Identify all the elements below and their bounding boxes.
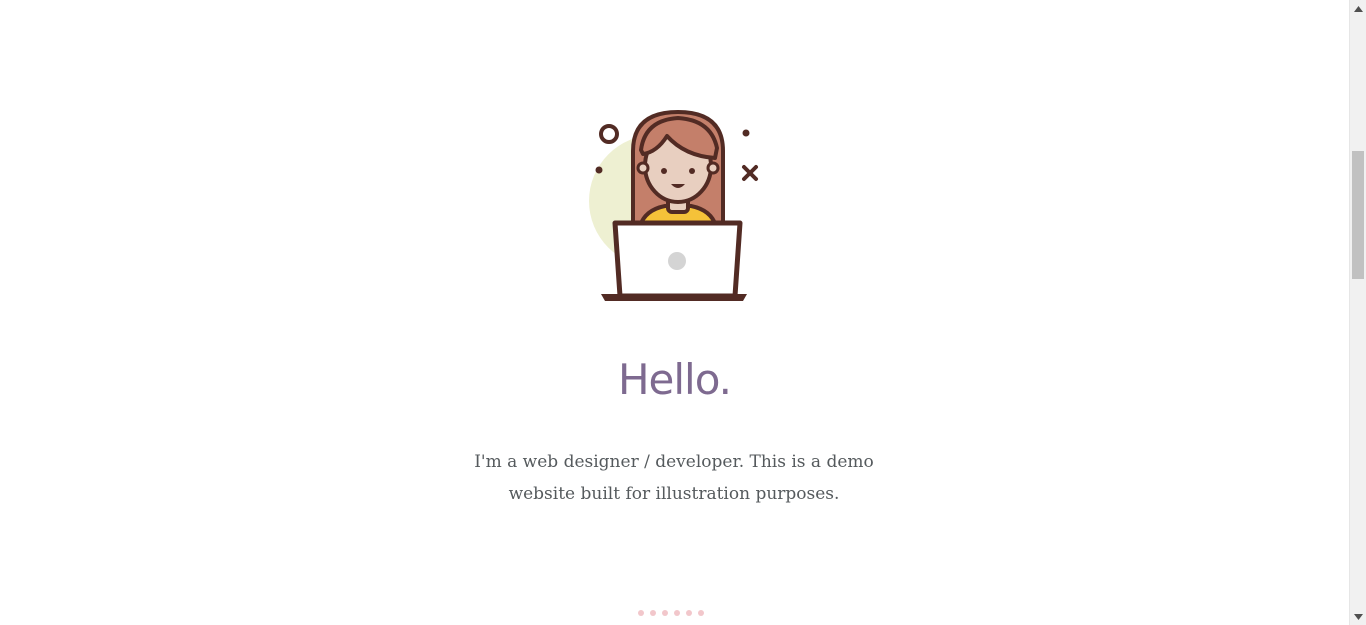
pagination-dot[interactable]: [650, 610, 656, 616]
pagination-dot[interactable]: [638, 610, 644, 616]
pagination-dots: [638, 608, 704, 618]
intro-line: I'm a web designer / developer. This is …: [474, 452, 874, 472]
intro-text: I'm a web designer / developer. This is …: [474, 446, 874, 510]
page: Hello. I'm a web designer / developer. T…: [0, 0, 1366, 625]
dot-decoration: [742, 129, 750, 137]
pagination-dot[interactable]: [674, 610, 680, 616]
laptop-logo: [668, 252, 686, 270]
main-content: Hello. I'm a web designer / developer. T…: [0, 0, 1349, 625]
dot-decoration: [595, 166, 603, 174]
scrollbar-thumb[interactable]: [1352, 151, 1364, 279]
eye-right: [689, 168, 695, 174]
ear-left: [636, 161, 650, 175]
vertical-scrollbar[interactable]: [1349, 0, 1366, 625]
ear-right: [706, 161, 720, 175]
laptop-base: [601, 294, 747, 301]
x-decoration: [742, 165, 758, 181]
eye-left: [661, 168, 667, 174]
pagination-dot[interactable]: [662, 610, 668, 616]
ring-decoration: [599, 124, 619, 144]
developer-illustration: [585, 106, 765, 306]
scroll-down-arrow-icon[interactable]: [1350, 608, 1366, 625]
pagination-dot[interactable]: [686, 610, 692, 616]
intro-line: website built for illustration purposes.: [508, 484, 840, 504]
page-title: Hello.: [617, 355, 732, 404]
scroll-up-arrow-icon[interactable]: [1350, 0, 1366, 17]
pagination-dot[interactable]: [698, 610, 704, 616]
